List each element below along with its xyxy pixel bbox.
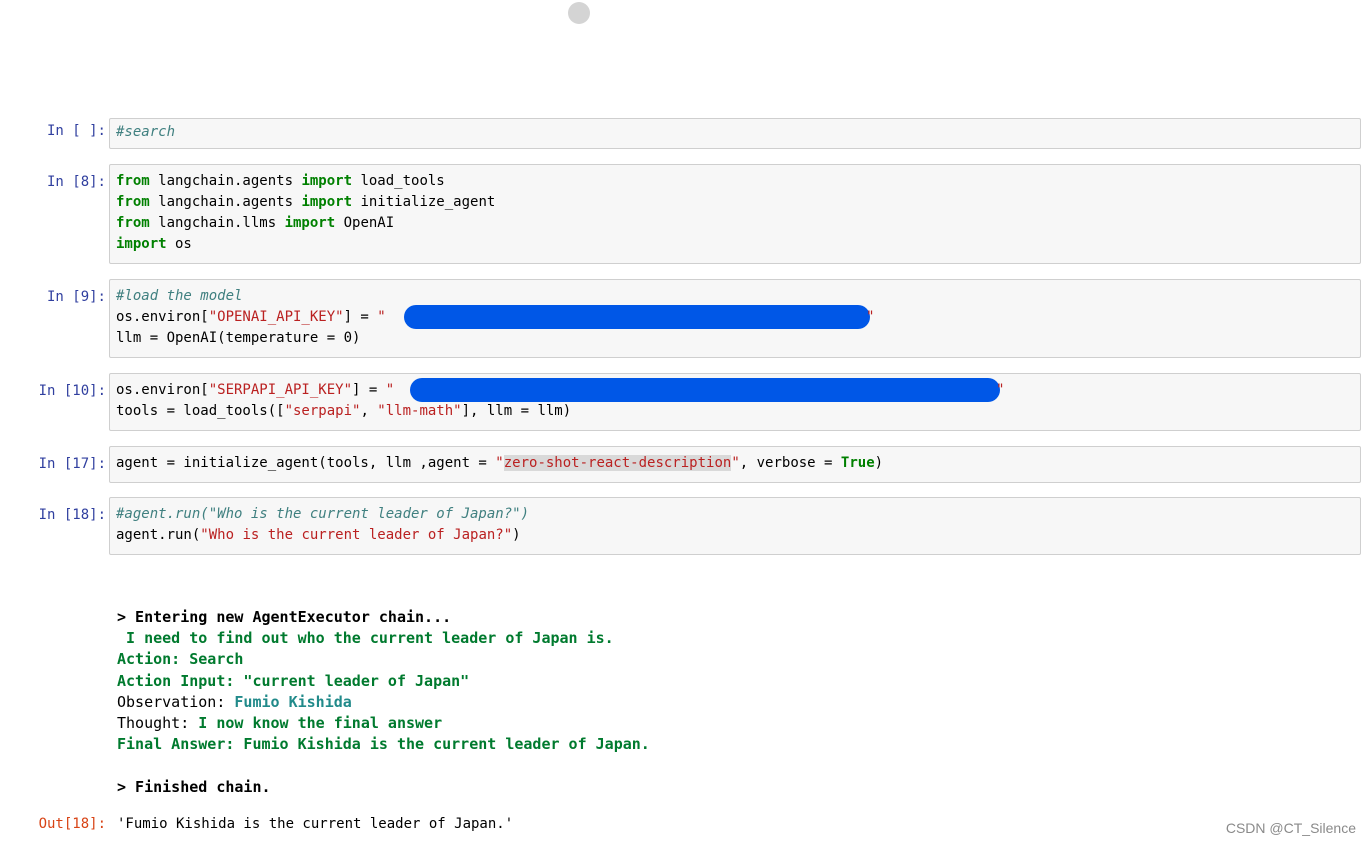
code-text: langchain.llms	[149, 215, 285, 231]
code-input[interactable]: os.environ["SERPAPI_API_KEY"] = " " tools…	[109, 373, 1361, 431]
observation-label: Observation:	[117, 692, 235, 711]
toolbar-area	[0, 0, 1370, 118]
scroll-indicator[interactable]	[568, 2, 590, 24]
thought-label: Thought:	[117, 713, 199, 732]
code-comment: #load the model	[116, 288, 243, 304]
code-text: os	[166, 236, 192, 252]
code-input[interactable]: from langchain.agents import load_tools …	[109, 164, 1361, 264]
code-text: agent = initialize_agent(tools, llm ,age…	[116, 455, 496, 471]
code-text: OpenAI	[335, 215, 395, 231]
code-text: llm = OpenAI(temperature = 0)	[116, 330, 361, 346]
watermark: CSDN @CT_Silence	[1225, 820, 1356, 836]
code-text: agent.run(	[116, 527, 201, 543]
string-literal: "serpapi"	[284, 403, 361, 419]
input-prompt: In [17]:	[38, 456, 106, 472]
string-literal: "OPENAI_API_KEY"	[208, 309, 344, 325]
code-text: tools = load_tools([	[116, 403, 285, 419]
thought-value: I now know the final answer	[198, 713, 443, 732]
action-input-text: Action Input: "current leader of Japan"	[117, 671, 470, 690]
result-text: 'Fumio Kishida is the current leader of …	[117, 816, 514, 832]
code-text: langchain.agents	[149, 173, 302, 189]
code-input[interactable]: agent = initialize_agent(tools, llm ,age…	[109, 446, 1361, 483]
code-input[interactable]: #search	[109, 118, 1361, 149]
output-prompt: Out[18]:	[38, 816, 106, 832]
code-comment: #agent.run("Who is the current leader of…	[116, 506, 530, 522]
observation-value: Fumio Kishida	[234, 692, 352, 711]
code-text: ] =	[343, 309, 378, 325]
code-input[interactable]: #load the model os.environ["OPENAI_API_K…	[109, 279, 1361, 358]
code-input[interactable]: #agent.run("Who is the current leader of…	[109, 497, 1361, 555]
keyword: import	[301, 194, 353, 210]
code-text: , verbose =	[739, 455, 841, 471]
redaction-mark	[410, 378, 1000, 402]
code-text: langchain.agents	[149, 194, 302, 210]
code-text: )	[512, 527, 521, 543]
string-literal: "SERPAPI_API_KEY"	[208, 382, 353, 398]
string-quote: "	[731, 455, 740, 471]
notebook: In [ ]: #search In [8]: from langchain.a…	[0, 118, 1370, 844]
redaction-mark	[404, 305, 870, 329]
keyword: import	[301, 173, 353, 189]
chain-finished-text: > Finished chain.	[117, 777, 271, 796]
keyword: from	[116, 215, 150, 231]
code-text: os.environ[	[116, 309, 209, 325]
code-text: initialize_agent	[352, 194, 496, 210]
action-text: Action: Search	[117, 650, 244, 669]
string-literal: "Who is the current leader of Japan?"	[200, 527, 513, 543]
input-prompt: In [10]:	[38, 383, 106, 399]
input-prompt: In [ ]:	[46, 123, 106, 139]
string-literal: "llm-math"	[377, 403, 462, 419]
code-text: )	[874, 455, 884, 471]
cell-output-stream: > Entering new AgentExecutor chain... I …	[117, 607, 650, 798]
input-prompt: In [9]:	[46, 289, 106, 305]
keyword: from	[116, 194, 150, 210]
string-quote: "	[495, 455, 504, 471]
keyword: True	[840, 455, 875, 471]
cell-result: 'Fumio Kishida is the current leader of …	[117, 814, 513, 835]
keyword: import	[284, 215, 336, 231]
keyword: from	[116, 173, 150, 189]
thought-text: I need to find out who the current leade…	[117, 629, 614, 648]
string-literal: zero-shot-react-description	[503, 455, 732, 471]
code-text: ] =	[352, 382, 386, 398]
code-text: ], llm = llm)	[461, 403, 572, 419]
input-prompt: In [8]:	[46, 174, 106, 190]
chain-start-text: > Entering new AgentExecutor chain...	[117, 608, 452, 626]
code-text: ,	[360, 403, 378, 419]
code-text: os.environ[	[116, 382, 209, 398]
code-comment: #search	[116, 124, 176, 140]
final-answer-text: Final Answer: Fumio Kishida is the curre…	[117, 735, 650, 754]
code-text: load_tools	[352, 173, 445, 189]
keyword: import	[116, 236, 167, 252]
input-prompt: In [18]:	[38, 507, 106, 523]
